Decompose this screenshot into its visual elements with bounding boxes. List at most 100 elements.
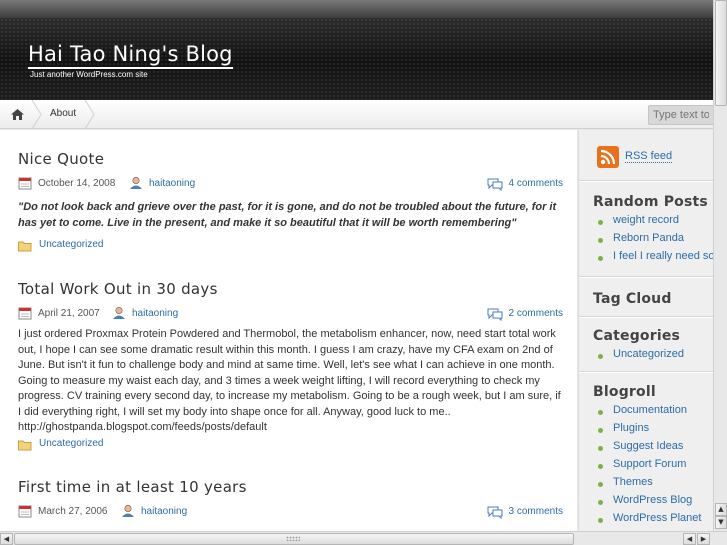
main-content: Nice Quote October 14, 2008 haitaoning 4… (0, 130, 577, 531)
breadcrumb-separator (84, 100, 95, 129)
folder-icon (18, 241, 32, 252)
scroll-left-button[interactable]: ◀ (0, 533, 13, 545)
post: Total Work Out in 30 days April 21, 2007… (18, 280, 563, 453)
folder-icon (18, 440, 32, 450)
list-item[interactable]: Documentation (593, 404, 713, 422)
divider (579, 372, 713, 373)
scroll-grip-icon (286, 536, 300, 541)
blog-title-link[interactable]: Hai Tao Ning's Blog (28, 42, 233, 69)
bullet-icon (598, 428, 603, 433)
comment-icon (487, 308, 503, 321)
list-item-label[interactable]: Reborn Panda (613, 232, 684, 244)
user-icon (113, 306, 125, 319)
nav-item-about[interactable]: About (50, 108, 76, 119)
widget-title: Tag Cloud (593, 291, 672, 307)
nav-bar: About (0, 100, 713, 129)
bullet-icon (598, 500, 603, 505)
bullet-icon (598, 518, 603, 523)
post-author[interactable]: haitaoning (149, 178, 195, 189)
list-item-label[interactable]: WordPress Blog (613, 494, 692, 506)
sidebar: RSS feed Random Posts weight record Rebo… (578, 130, 713, 531)
post-meta: March 27, 2006 haitaoning 3 comments (18, 504, 563, 522)
scroll-up-button[interactable]: ▲ (715, 503, 727, 516)
post-comments-link[interactable]: 2 comments (505, 308, 563, 319)
rss-feed-link[interactable]: RSS feed (625, 150, 673, 163)
post-comments-link[interactable]: 4 comments (505, 178, 563, 189)
user-icon (122, 504, 134, 517)
widget-title: Random Posts (593, 194, 708, 210)
post-date: October 14, 2008 (38, 178, 116, 189)
scroll-left-button[interactable]: ◀ (683, 533, 696, 545)
post-title[interactable]: Nice Quote (18, 150, 563, 168)
bullet-icon (598, 354, 603, 359)
post-meta: April 21, 2007 haitaoning 2 comments (18, 306, 563, 324)
bullet-icon (598, 220, 603, 225)
list-item-label[interactable]: weight record (613, 214, 679, 226)
vertical-scrollbar[interactable]: ▲ ▼ (713, 0, 727, 531)
list-item-label[interactable]: Plugins (613, 422, 649, 434)
list-item[interactable]: Suggest Ideas (593, 440, 713, 458)
widget-blogroll: Blogroll Documentation Plugins Suggest I… (593, 384, 713, 530)
list-item-label[interactable]: I feel I really need so (613, 250, 713, 262)
comment-icon (487, 506, 503, 519)
post-body: "Do not look back and grieve over the pa… (18, 201, 557, 229)
rss-icon[interactable] (597, 146, 619, 168)
list-item[interactable]: I feel I really need so (593, 250, 713, 268)
post-body: I just ordered Proxmax Protein Powdered … (18, 328, 561, 433)
widget-title: Blogroll (593, 384, 656, 400)
post-date: March 27, 2006 (38, 506, 108, 517)
post-comments-link[interactable]: 3 comments (505, 506, 563, 517)
list-item-label[interactable]: Uncategorized (613, 348, 684, 360)
post-category: Uncategorized (18, 437, 563, 453)
list-item-label[interactable]: Documentation (613, 404, 687, 416)
list-item[interactable]: Uncategorized (593, 348, 713, 366)
post-author[interactable]: haitaoning (132, 308, 178, 319)
bullet-icon (598, 256, 603, 261)
widget-tag-cloud: Tag Cloud (593, 291, 713, 307)
divider (579, 181, 713, 182)
category-link[interactable]: Uncategorized (39, 438, 103, 449)
list-item[interactable]: weight record (593, 214, 713, 232)
blog-title[interactable]: Hai Tao Ning's Blog (28, 42, 233, 69)
bullet-icon (598, 482, 603, 487)
post-category: Uncategorized (18, 238, 563, 254)
header-top-band (0, 0, 713, 18)
calendar-icon (18, 307, 32, 320)
list-item-label[interactable]: Support Forum (613, 458, 686, 470)
scroll-right-button[interactable]: ▶ (697, 533, 710, 545)
post: Nice Quote October 14, 2008 haitaoning 4… (18, 150, 563, 254)
post-author[interactable]: haitaoning (141, 506, 187, 517)
category-link[interactable]: Uncategorized (39, 239, 103, 250)
widget-random-posts: Random Posts weight record Reborn Panda … (593, 194, 713, 268)
divider (579, 277, 713, 278)
bullet-icon (598, 464, 603, 469)
calendar-icon (18, 177, 32, 190)
bullet-icon (598, 410, 603, 415)
blog-tagline: Just another WordPress.com site (30, 70, 148, 79)
list-item-label[interactable]: Suggest Ideas (613, 440, 683, 452)
bullet-icon (598, 446, 603, 451)
widget-categories: Categories Uncategorized (593, 328, 713, 366)
list-item[interactable]: Reborn Panda (593, 232, 713, 250)
list-item[interactable]: Themes (593, 476, 713, 494)
post-date: April 21, 2007 (38, 308, 100, 319)
list-item[interactable]: Support Forum (593, 458, 713, 476)
list-item-label[interactable]: WordPress Planet (613, 512, 701, 524)
calendar-icon (18, 505, 32, 518)
vertical-scroll-thumb[interactable] (715, 0, 727, 106)
breadcrumb-separator (31, 100, 42, 129)
blogroll-list: Documentation Plugins Suggest Ideas Supp… (593, 404, 713, 530)
widget-title: Categories (593, 328, 681, 344)
list-item-label[interactable]: Themes (613, 476, 653, 488)
list-item[interactable]: Plugins (593, 422, 713, 440)
scroll-down-button[interactable]: ▼ (715, 516, 727, 529)
list-item[interactable]: WordPress Planet (593, 512, 713, 530)
search-input[interactable] (648, 105, 713, 125)
post-title[interactable]: Total Work Out in 30 days (18, 280, 563, 298)
horizontal-scrollbar[interactable]: ◀ ◀ ▶ (0, 531, 727, 545)
site-header: Hai Tao Ning's Blog Just another WordPre… (0, 0, 713, 100)
post-title[interactable]: First time in at least 10 years (18, 478, 563, 496)
comment-icon (487, 178, 503, 191)
home-icon (11, 109, 24, 120)
list-item[interactable]: WordPress Blog (593, 494, 713, 512)
